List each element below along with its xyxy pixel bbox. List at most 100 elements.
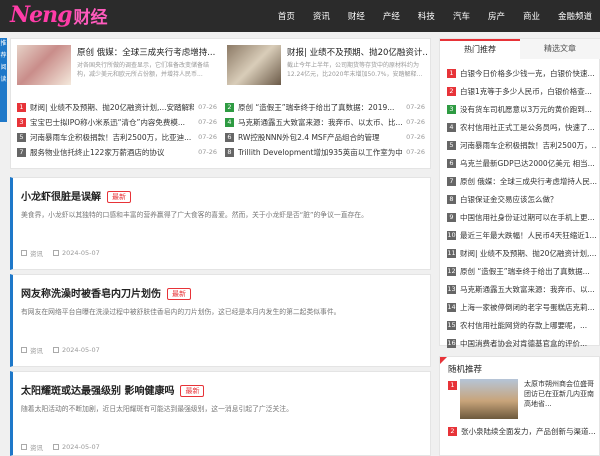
- article-category[interactable]: 资讯: [30, 345, 43, 355]
- list-item-date: 07-26: [406, 133, 425, 141]
- site-logo[interactable]: Neng 财经: [10, 2, 107, 28]
- featured-title[interactable]: 原创 俄媒：全球三成夹行考虑增持...: [77, 46, 217, 58]
- featured-title[interactable]: 财报| 业绩不及预期、抛20亿融资计...: [287, 46, 427, 58]
- article-title[interactable]: 小龙虾很脏是误解 最新: [21, 188, 131, 203]
- side-tab-char: 荐: [0, 52, 7, 59]
- list-item[interactable]: 1 白银今日价格多少钱一克，白银价快速...: [447, 67, 597, 79]
- nav-tech[interactable]: 科技: [418, 10, 435, 22]
- list-item[interactable]: 6 乌克兰最新GDP已达2000亿美元 相当...: [447, 157, 597, 169]
- list-item-title[interactable]: 原创 “造假王”瑞幸终于给出了真数据...: [460, 266, 597, 277]
- list-item-title[interactable]: RW控股NNN外包2.4 MSF产品组合的管理: [238, 132, 402, 143]
- list-item-title[interactable]: 没有货车司机愿意以3万元的黄价跑到...: [460, 104, 597, 115]
- list-item[interactable]: 5 河南暴雨车企积极捐款！吉利2500万，...: [447, 139, 597, 151]
- rank-number: 8: [447, 194, 456, 204]
- featured-item[interactable]: 财报| 业绩不及预期、抛20亿融资计... 截止今年上半年，公司期货等存货中的原…: [227, 45, 427, 85]
- tab-featured[interactable]: 精选文章: [520, 39, 600, 59]
- featured-item[interactable]: 原创 俄媒：全球三成夹行考虑增持... 对各国央行所做的调查显示，它们准备改变储…: [17, 45, 217, 85]
- side-tab-char: 读: [0, 76, 7, 83]
- list-item[interactable]: 7 原创 俄媒：全球三成央行考虑增持人民...: [447, 175, 597, 187]
- list-item[interactable]: 4 农村信用社正式工是公务员吗，快速了...: [447, 121, 597, 133]
- main-nav: 首页 资讯 财经 产经 科技 汽车 房产 商业 金融频道: [260, 0, 592, 32]
- article-card[interactable]: 小龙虾很脏是误解 最新 美食界，小龙虾以其独特的口感和丰富的营养赢得了广大食客的喜…: [10, 177, 431, 270]
- article-category[interactable]: 资讯: [30, 442, 43, 452]
- list-item[interactable]: 6 RW控股NNN外包2.4 MSF产品组合的管理 07-26: [225, 131, 425, 143]
- list-item[interactable]: 3 没有货车司机愿意以3万元的黄价跑到...: [447, 103, 597, 115]
- list-item-title[interactable]: 财阅| 业绩不及预期、抛20亿融资计划,...安踏解释...: [30, 102, 194, 113]
- article-title-text[interactable]: 网友称洗澡时被香皂内刀片划伤: [21, 289, 161, 300]
- article-card[interactable]: 太阳耀斑或达最强级别 影响健康吗 最新 随着太阳活动的不断加剧，近日太阳耀斑有可能…: [10, 371, 431, 456]
- list-item-title[interactable]: 服务物业信托终止122家万薪酒店的协议: [30, 147, 194, 158]
- list-item[interactable]: 8 Trillith Development增加935英亩以工作室为中... 0…: [225, 146, 425, 158]
- tab-hot[interactable]: 热门推荐: [440, 39, 520, 59]
- list-item[interactable]: 3 宝宝巴士拟IPO称小米系迅“清仓”内容免费模... 07-26: [17, 116, 217, 128]
- nav-industry[interactable]: 产经: [383, 10, 400, 22]
- nav-auto[interactable]: 汽车: [453, 10, 470, 22]
- article-category[interactable]: 资讯: [30, 248, 43, 258]
- featured-thumbnail[interactable]: [227, 45, 281, 85]
- nav-realestate[interactable]: 房产: [488, 10, 505, 22]
- list-item-title[interactable]: 中国消费者协会对肯德基官盒的评价...: [460, 338, 597, 349]
- list-item-title[interactable]: 河南暴雨车企积极捐款！吉利2500万，...: [460, 140, 597, 151]
- list-item[interactable]: 9 中国信用社身份证过期可以在手机上更...: [447, 211, 597, 223]
- article-title[interactable]: 太阳耀斑或达最强级别 影响健康吗 最新: [21, 382, 205, 397]
- featured-thumbnail[interactable]: [17, 45, 71, 85]
- list-item-title[interactable]: 最近三年最大跌幅！人民币4天狂缩近1...: [460, 230, 597, 241]
- recommend-side-tab[interactable]: 推 荐 阅 读: [0, 38, 7, 122]
- list-item[interactable]: 2 张小泉陆续全面发力，产品创新与渠道...: [448, 425, 598, 437]
- list-item[interactable]: 4 马克斯通露五大致富来源：我奔币、以太币、比... 07-26: [225, 116, 425, 128]
- rank-number: 2: [448, 426, 457, 436]
- nav-news[interactable]: 资讯: [313, 10, 330, 22]
- list-item[interactable]: 5 河南暴雨车企积极捐款！吉利2500万，比亚迪... 07-26: [17, 131, 217, 143]
- article-title-text[interactable]: 小龙虾很脏是误解: [21, 192, 101, 203]
- list-item-title[interactable]: Trillith Development增加935英亩以工作室为中...: [238, 147, 402, 158]
- list-item-title[interactable]: 河南暴雨车企积极捐款！吉利2500万，比亚迪...: [30, 132, 194, 143]
- list-item-date: 07-26: [406, 148, 425, 156]
- list-item[interactable]: 2 原创 “造假王”瑞幸终于给出了真数据：2019... 07-26: [225, 101, 425, 113]
- list-item-title[interactable]: 马克斯通露五大致富来源：我奔币、以太币、比...: [238, 117, 402, 128]
- list-item[interactable]: 15 农村信用社能网贷的存款上哪要呢，...: [447, 319, 597, 331]
- article-title-text[interactable]: 太阳耀斑或达最强级别 影响健康吗: [21, 386, 174, 397]
- list-item[interactable]: 1 财阅| 业绩不及预期、抛20亿融资计划,...安踏解释... 07-26: [17, 101, 217, 113]
- list-item[interactable]: 13 马克斯通露五大致富来源：我奔币、以...: [447, 283, 597, 295]
- list-item[interactable]: 2 白银1克等于多少人民币，白银价格查...: [447, 85, 597, 97]
- list-item-title[interactable]: 乌克兰最新GDP已达2000亿美元 相当...: [460, 158, 597, 169]
- nav-business[interactable]: 商业: [523, 10, 540, 22]
- list-item-title[interactable]: 宝宝巴士拟IPO称小米系迅“清仓”内容免费模...: [30, 117, 194, 128]
- rank-number: 5: [17, 132, 26, 142]
- rank-number: 6: [447, 158, 456, 168]
- list-item-title[interactable]: 白银今日价格多少钱一克，白银价快速...: [460, 68, 597, 79]
- random-thumbnail[interactable]: [460, 379, 518, 419]
- list-item-title[interactable]: 财阅| 业绩不及预期、抛20亿融资计划,...: [460, 248, 597, 259]
- rank-number: 1: [447, 68, 456, 78]
- list-item[interactable]: 7 服务物业信托终止122家万薪酒店的协议 07-26: [17, 146, 217, 158]
- list-item-title[interactable]: 原创 俄媒：全球三成央行考虑增持人民...: [460, 176, 597, 187]
- side-tab-char: 推: [0, 40, 7, 47]
- list-item[interactable]: 12 原创 “造假王”瑞幸终于给出了真数据...: [447, 265, 597, 277]
- list-item[interactable]: 8 白银保证金交易应该怎么做？: [447, 193, 597, 205]
- list-item[interactable]: 10 最近三年最大跌幅！人民币4天狂缩近1...: [447, 229, 597, 241]
- new-badge: 最新: [180, 385, 205, 397]
- article-date: 2024-05-07: [62, 249, 100, 257]
- list-item-title[interactable]: 白银保证金交易应该怎么做？: [460, 194, 597, 205]
- list-item-title[interactable]: 上海一家被停倒闭的老字号蛋糕店克莉...: [460, 302, 597, 313]
- list-item-date: 07-26: [198, 118, 217, 126]
- nav-banking[interactable]: 金融频道: [558, 10, 592, 22]
- article-date: 2024-05-07: [62, 443, 100, 451]
- list-item[interactable]: 11 财阅| 业绩不及预期、抛20亿融资计划,...: [447, 247, 597, 259]
- list-item-title[interactable]: 中国信用社身份证过期可以在手机上更...: [460, 212, 597, 223]
- nav-finance[interactable]: 财经: [348, 10, 365, 22]
- article-card[interactable]: 网友称洗澡时被香皂内刀片划伤 最新 有网友在网络平台自曝在洗澡过程中被舒肤佳香皂内…: [10, 274, 431, 367]
- list-item-title[interactable]: 农村信用社正式工是公务员吗，快速了...: [460, 122, 597, 133]
- sidebar-hot-box: 热门推荐 精选文章 1 白银今日价格多少钱一克，白银价快速... 2 白银1克等于多…: [439, 38, 600, 349]
- list-item-title[interactable]: 马克斯通露五大致富来源：我奔币、以...: [460, 284, 597, 295]
- article-desc: 有网友在网络平台自曝在洗澡过程中被舒肤佳香皂内的刀片划伤，这已经是本月内发生的第…: [21, 308, 341, 316]
- random-item-title[interactable]: 太原市朔州商会位盛哥团访已在亚新几内亚南高地省...: [524, 379, 598, 421]
- nav-home[interactable]: 首页: [278, 10, 295, 22]
- article-title[interactable]: 网友称洗澡时被香皂内刀片划伤 最新: [21, 285, 191, 300]
- list-item-title[interactable]: 原创 “造假王”瑞幸终于给出了真数据：2019...: [238, 102, 402, 113]
- list-item[interactable]: 14 上海一家被停倒闭的老字号蛋糕店克莉...: [447, 301, 597, 313]
- list-item-title[interactable]: 白银1克等于多少人民币，白银价格查...: [460, 86, 597, 97]
- list-item[interactable]: 16 中国消费者协会对肯德基官盒的评价...: [447, 337, 597, 349]
- list-item-title[interactable]: 农村信用社能网贷的存款上哪要呢，...: [460, 320, 597, 331]
- list-item-title[interactable]: 张小泉陆续全面发力，产品创新与渠道...: [461, 426, 596, 437]
